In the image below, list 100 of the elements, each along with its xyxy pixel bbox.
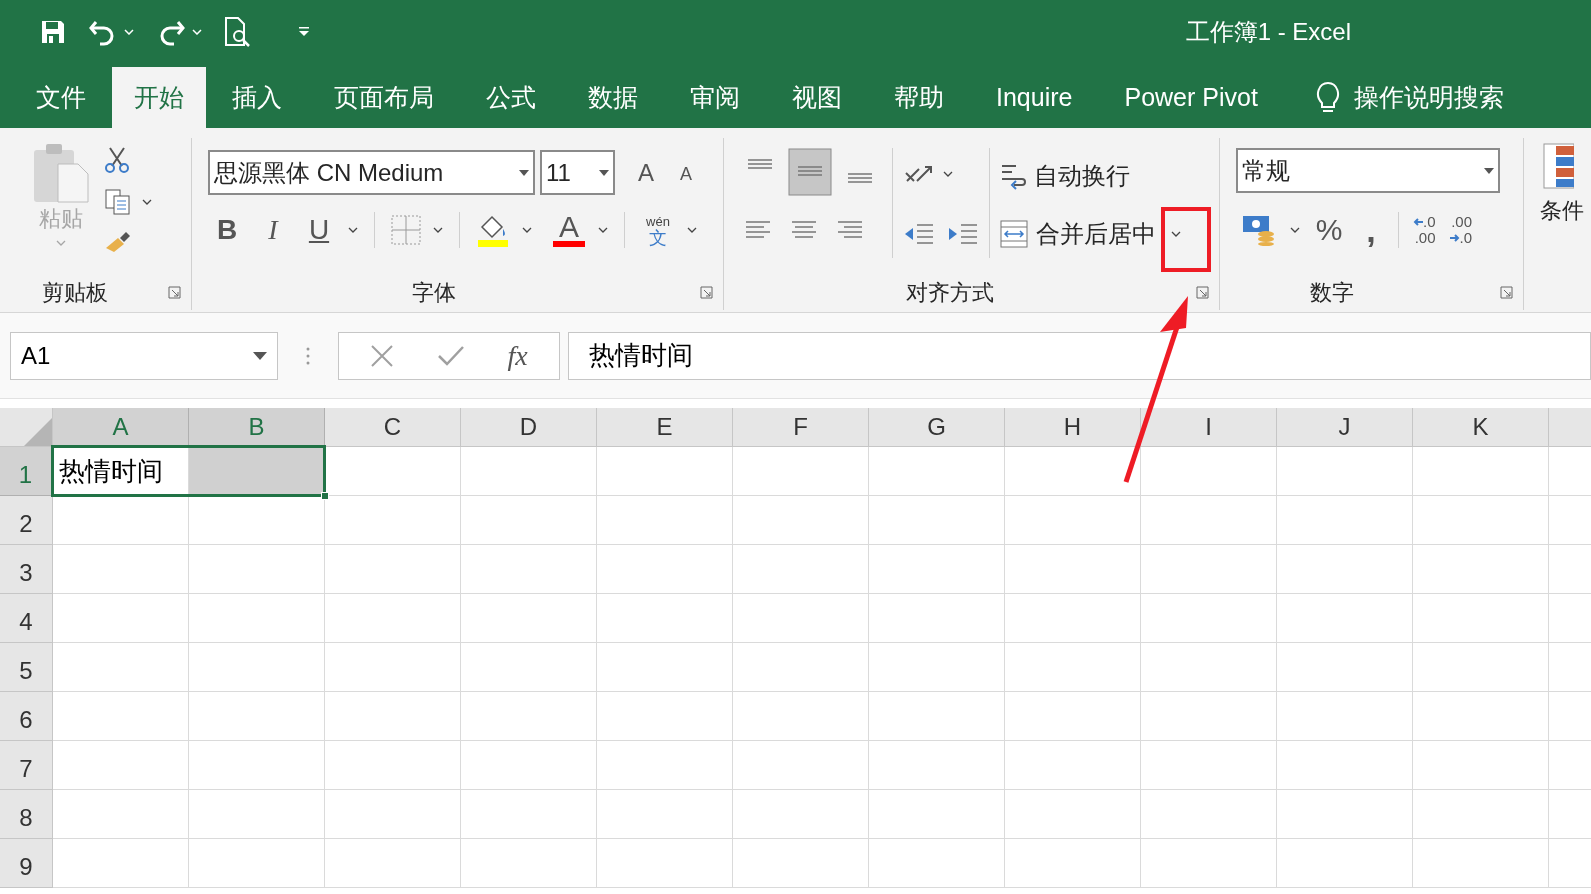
insert-function-button[interactable]: fx <box>507 334 528 377</box>
table-cell[interactable] <box>869 643 1005 692</box>
table-cell[interactable] <box>189 594 325 643</box>
table-cell[interactable] <box>461 496 597 545</box>
table-cell[interactable] <box>869 790 1005 839</box>
row-header[interactable]: 1 <box>0 447 53 496</box>
table-cell[interactable] <box>461 790 597 839</box>
bold-button[interactable]: B <box>210 209 244 251</box>
table-cell[interactable] <box>1141 496 1277 545</box>
table-cell[interactable] <box>1277 692 1413 741</box>
table-cell[interactable] <box>597 447 733 496</box>
table-cell[interactable] <box>189 839 325 888</box>
table-cell[interactable] <box>597 790 733 839</box>
table-cell[interactable] <box>597 741 733 790</box>
table-cell[interactable] <box>597 839 733 888</box>
increase-decimal-button[interactable]: .0 .00 <box>1413 213 1436 246</box>
table-cell[interactable] <box>597 692 733 741</box>
paste-icon[interactable] <box>32 142 90 204</box>
table-cell[interactable] <box>869 447 1005 496</box>
ribbon-tab[interactable]: Inquire <box>970 67 1099 128</box>
table-cell[interactable] <box>1413 741 1549 790</box>
table-cell[interactable] <box>733 643 869 692</box>
increase-font-button[interactable]: A <box>626 154 666 191</box>
number-format-field[interactable]: 常规 <box>1236 148 1500 193</box>
borders-icon[interactable] <box>391 215 421 245</box>
table-cell[interactable] <box>461 839 597 888</box>
table-cell[interactable] <box>189 545 325 594</box>
table-cell[interactable] <box>869 839 1005 888</box>
table-cell[interactable] <box>461 545 597 594</box>
column-header[interactable]: F <box>733 408 869 447</box>
table-cell[interactable] <box>1277 741 1413 790</box>
drag-handle-icon[interactable] <box>306 345 310 366</box>
table-cell[interactable] <box>869 692 1005 741</box>
dialog-launcher-icon[interactable] <box>1196 286 1209 299</box>
table-cell[interactable] <box>53 692 189 741</box>
caret-icon[interactable] <box>433 227 443 233</box>
decrease-font-button[interactable]: A <box>671 161 701 188</box>
table-cell[interactable] <box>53 496 189 545</box>
table-cell[interactable] <box>325 839 461 888</box>
conditional-formatting-icon[interactable] <box>1540 142 1574 190</box>
checkmark-icon[interactable] <box>436 344 465 367</box>
percent-button[interactable]: % <box>1314 207 1344 252</box>
column-header[interactable]: J <box>1277 408 1413 447</box>
table-cell[interactable] <box>461 643 597 692</box>
table-cell[interactable] <box>1277 643 1413 692</box>
table-cell[interactable] <box>1005 594 1141 643</box>
row-header[interactable]: 9 <box>0 839 53 888</box>
table-cell[interactable] <box>1413 692 1549 741</box>
scissors-icon[interactable] <box>104 146 130 174</box>
print-preview-icon[interactable] <box>224 16 252 47</box>
table-cell[interactable] <box>733 692 869 741</box>
table-cell[interactable] <box>869 594 1005 643</box>
column-header[interactable]: C <box>325 408 461 447</box>
table-cell[interactable] <box>1413 545 1549 594</box>
table-cell[interactable] <box>53 839 189 888</box>
font-size-field[interactable]: 11 <box>540 150 615 195</box>
table-cell[interactable] <box>53 594 189 643</box>
table-cell[interactable] <box>189 643 325 692</box>
row-header[interactable]: 7 <box>0 741 53 790</box>
table-cell[interactable] <box>325 545 461 594</box>
table-cell[interactable] <box>1141 643 1277 692</box>
ribbon-tab[interactable]: 审阅 <box>664 67 766 128</box>
lightbulb-icon[interactable] <box>1315 80 1340 115</box>
table-cell[interactable] <box>1141 447 1277 496</box>
save-icon[interactable] <box>40 18 66 45</box>
caret-icon[interactable] <box>519 169 529 176</box>
table-cell[interactable] <box>461 741 597 790</box>
table-cell[interactable] <box>597 643 733 692</box>
table-cell[interactable] <box>1141 692 1277 741</box>
table-cell[interactable] <box>1413 790 1549 839</box>
table-cell[interactable] <box>461 594 597 643</box>
caret-icon[interactable] <box>598 227 608 233</box>
table-cell[interactable] <box>733 496 869 545</box>
table-cell[interactable] <box>733 545 869 594</box>
caret-icon[interactable] <box>1290 226 1300 233</box>
table-cell[interactable] <box>1141 545 1277 594</box>
row-header[interactable]: 8 <box>0 790 53 839</box>
table-cell[interactable] <box>597 545 733 594</box>
format-painter-icon[interactable] <box>104 230 132 254</box>
table-cell[interactable] <box>189 741 325 790</box>
ribbon-tab[interactable]: 插入 <box>206 67 308 128</box>
caret-icon[interactable] <box>943 171 953 177</box>
middle-align-icon[interactable] <box>788 148 832 196</box>
table-cell[interactable] <box>733 447 869 496</box>
column-header[interactable]: B <box>189 408 325 447</box>
fill-color-icon[interactable] <box>476 213 510 247</box>
column-header[interactable] <box>1549 408 1591 447</box>
table-cell[interactable] <box>53 643 189 692</box>
formula-field[interactable]: 热情时间 <box>568 331 1591 380</box>
table-cell[interactable] <box>325 594 461 643</box>
ribbon-tab[interactable]: 开始 <box>112 67 206 128</box>
table-cell[interactable] <box>1005 692 1141 741</box>
caret-icon[interactable] <box>687 227 697 233</box>
dialog-launcher-icon[interactable] <box>168 286 181 299</box>
name-box[interactable]: A1 <box>10 331 278 380</box>
table-cell[interactable] <box>869 496 1005 545</box>
conditional-formatting-label[interactable]: 条件 <box>1540 194 1591 227</box>
table-cell[interactable] <box>189 790 325 839</box>
row-header[interactable]: 3 <box>0 545 53 594</box>
table-cell[interactable] <box>1277 839 1413 888</box>
